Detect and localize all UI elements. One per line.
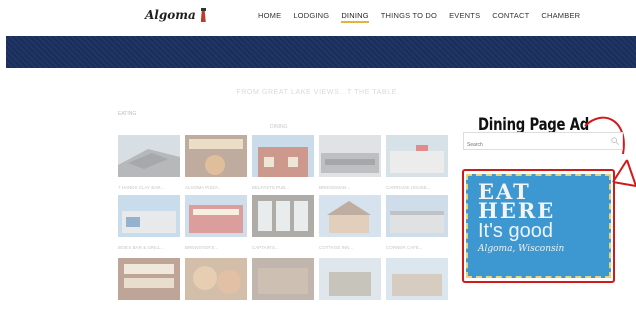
restaurant-tile[interactable] xyxy=(252,258,314,308)
nav-home[interactable]: HOME xyxy=(258,11,281,23)
restaurant-tile[interactable] xyxy=(185,258,247,308)
logo-text: Algoma xyxy=(145,8,196,22)
restaurant-name: COTTAGE INN... xyxy=(319,245,354,250)
nav-lodging[interactable]: LODGING xyxy=(293,11,329,23)
restaurant-tile[interactable] xyxy=(118,258,180,308)
restaurant-photo xyxy=(386,258,448,300)
restaurant-photo xyxy=(319,195,381,237)
restaurant-tile[interactable] xyxy=(386,258,448,308)
nav-things-to-do[interactable]: THINGS TO DO xyxy=(381,11,437,23)
restaurant-name: 7 HANDS CLAY BAR... xyxy=(118,185,165,190)
restaurant-tile[interactable]: CORNER CAFE... xyxy=(386,195,448,250)
site-header: Algoma HOME LODGING DINING THINGS TO DO … xyxy=(0,0,636,36)
restaurant-photo xyxy=(319,135,381,177)
restaurant-photo xyxy=(252,195,314,237)
restaurant-photo xyxy=(185,195,247,237)
restaurant-tile[interactable]: COTTAGE INN... xyxy=(319,195,381,250)
restaurant-tile[interactable] xyxy=(319,258,381,308)
restaurant-name: CORNER CAFE... xyxy=(386,245,423,250)
grid-heading: DINING xyxy=(270,124,288,130)
search-icon[interactable] xyxy=(611,137,619,145)
nav-chamber[interactable]: CHAMBER xyxy=(541,11,580,23)
sidebar-search xyxy=(463,132,623,153)
restaurant-photo xyxy=(118,135,180,177)
section-label: EATING xyxy=(118,111,137,117)
nav-contact[interactable]: CONTACT xyxy=(492,11,529,23)
restaurant-photo xyxy=(185,258,247,300)
search-input[interactable] xyxy=(464,137,604,153)
restaurant-photo xyxy=(118,258,180,300)
restaurant-name: BRIDGEMAN... xyxy=(319,185,351,190)
restaurant-photo xyxy=(386,135,448,177)
restaurant-tile[interactable]: BELFASTS PUB... xyxy=(252,135,314,190)
restaurant-photo xyxy=(252,258,314,300)
nav-events[interactable]: EVENTS xyxy=(449,11,480,23)
restaurant-photo xyxy=(319,258,381,300)
restaurant-tile[interactable]: CAPTAIN'S... xyxy=(252,195,314,250)
restaurant-photo xyxy=(118,195,180,237)
main-nav: HOME LODGING DINING THINGS TO DO EVENTS … xyxy=(258,11,580,23)
restaurant-name: BELFASTS PUB... xyxy=(252,185,290,190)
ad-subheadline: It's good xyxy=(478,220,553,242)
lighthouse-icon xyxy=(200,8,207,22)
restaurant-name: ALGOMA PIZZA... xyxy=(185,185,222,190)
site-logo[interactable]: Algoma xyxy=(145,8,207,22)
restaurant-name: CARRIAGE HOUSE... xyxy=(386,185,431,190)
hero-banner xyxy=(6,36,636,68)
restaurant-tile[interactable]: BREWSTER'S... xyxy=(185,195,247,250)
page-tagline: FROM GREAT LAKE VIEWS...T THE TABLE. xyxy=(236,89,400,96)
restaurant-name: BREWSTER'S... xyxy=(185,245,219,250)
restaurant-name: CAPTAIN'S... xyxy=(252,245,279,250)
restaurant-tile[interactable]: ALGOMA PIZZA... xyxy=(185,135,247,190)
restaurant-tile[interactable]: BOB'S BAR & GRILL... xyxy=(118,195,180,250)
restaurant-photo xyxy=(185,135,247,177)
restaurant-tile[interactable]: 7 HANDS CLAY BAR... xyxy=(118,135,180,190)
restaurant-tile[interactable]: CARRIAGE HOUSE... xyxy=(386,135,448,190)
restaurant-name: BOB'S BAR & GRILL... xyxy=(118,245,165,250)
restaurant-tile[interactable]: BRIDGEMAN... xyxy=(319,135,381,190)
dining-page-ad[interactable]: EAT HERE It's good Algoma, Wisconsin xyxy=(466,174,611,278)
nav-dining[interactable]: DINING xyxy=(341,11,369,23)
restaurant-photo xyxy=(386,195,448,237)
ad-signature: Algoma, Wisconsin xyxy=(478,244,565,254)
ad-headline: HERE xyxy=(478,198,556,223)
restaurant-photo xyxy=(252,135,314,177)
